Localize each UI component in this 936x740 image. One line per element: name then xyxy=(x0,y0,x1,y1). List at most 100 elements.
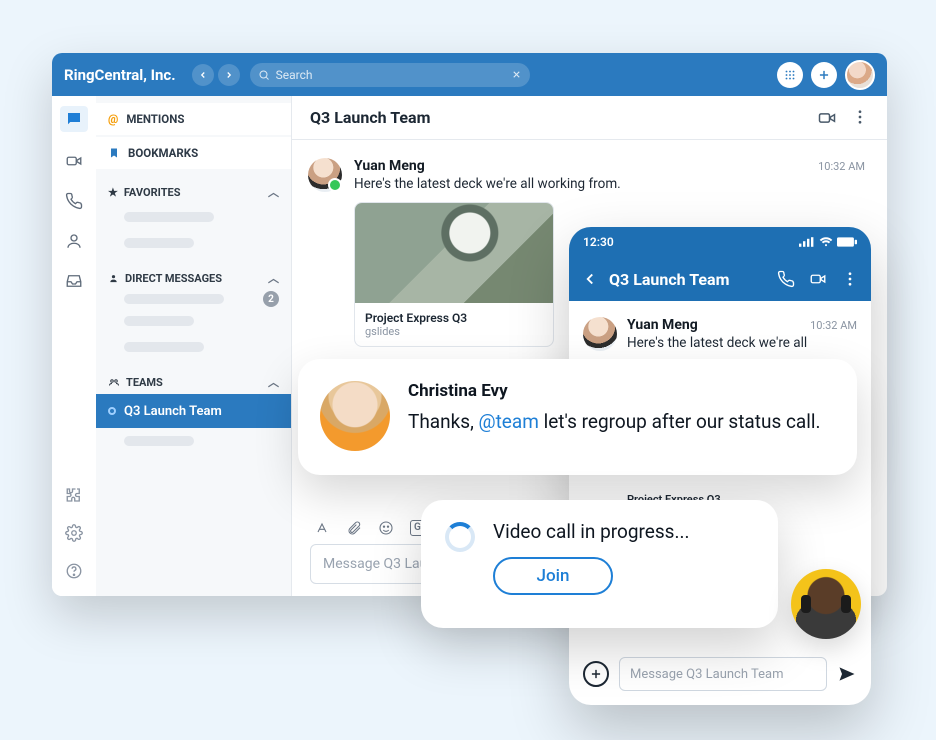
format-button[interactable] xyxy=(314,520,330,536)
sidebar-section-teams[interactable]: TEAMS ︿ xyxy=(96,360,291,394)
avatar[interactable] xyxy=(583,317,617,351)
teams-icon xyxy=(108,376,120,388)
sidebar-section-favorites[interactable]: ★ FAVORITES ︿ xyxy=(96,170,291,204)
attachment-card[interactable]: Project Express Q3 gslides xyxy=(354,202,554,347)
at-icon: @ xyxy=(108,112,118,126)
brand-name: RingCentral, Inc. xyxy=(64,66,176,84)
phone-back-button[interactable] xyxy=(581,270,599,288)
message-text: Here's the latest deck we're all working… xyxy=(354,176,865,192)
puzzle-icon xyxy=(65,486,83,504)
video-icon xyxy=(809,270,827,288)
topbar-actions xyxy=(777,60,875,90)
new-button[interactable] xyxy=(811,62,837,88)
emoji-button[interactable] xyxy=(378,520,394,536)
phone-video-button[interactable] xyxy=(809,270,827,288)
nav-rail xyxy=(52,96,96,596)
rail-contacts[interactable] xyxy=(63,230,85,252)
phone-composer: Message Q3 Launch Team xyxy=(569,653,871,705)
unread-badge: 2 xyxy=(263,291,279,307)
chat-title: Q3 Launch Team xyxy=(310,108,430,127)
chevron-left-icon xyxy=(198,70,208,80)
skeleton-item xyxy=(124,294,224,304)
spinner-icon xyxy=(445,522,475,552)
dm-item[interactable]: 2 xyxy=(96,290,291,308)
gear-icon xyxy=(65,524,83,542)
phone-more-button[interactable] xyxy=(841,270,859,288)
team-q3-launch[interactable]: Q3 Launch Team xyxy=(96,394,291,428)
search-input[interactable]: Search xyxy=(250,63,530,87)
rail-help[interactable] xyxy=(63,560,85,582)
phone-message-text: Here's the latest deck we're all xyxy=(627,335,857,351)
nav-back-button[interactable] xyxy=(192,64,214,86)
nav-forward-button[interactable] xyxy=(218,64,240,86)
highlight-text: Thanks, @team let's regroup after our st… xyxy=(408,409,829,436)
skeleton-item xyxy=(124,238,194,248)
sidebar-mentions[interactable]: @ MENTIONS xyxy=(96,103,291,135)
search-placeholder: Search xyxy=(276,68,313,82)
profile-avatar[interactable] xyxy=(845,60,875,90)
phone-icon xyxy=(777,270,795,288)
rail-messages[interactable] xyxy=(60,106,88,132)
plus-icon xyxy=(817,68,831,82)
attachment-title: Project Express Q3 xyxy=(365,311,543,325)
wifi-icon xyxy=(819,237,833,247)
rail-phone[interactable] xyxy=(63,190,85,212)
phone-message-time: 10:32 AM xyxy=(810,319,857,332)
phone-icon xyxy=(65,192,83,210)
avatar[interactable] xyxy=(320,381,390,451)
rail-settings[interactable] xyxy=(63,522,85,544)
attach-button[interactable] xyxy=(346,520,362,536)
sidebar-section-dms[interactable]: DIRECT MESSAGES ︿ xyxy=(96,256,291,290)
presence-dot-icon xyxy=(108,407,116,415)
text-format-icon xyxy=(314,520,330,536)
phone-message: Yuan Meng 10:32 AM Here's the latest dec… xyxy=(583,317,857,351)
chevron-up-icon: ︿ xyxy=(268,270,279,286)
sidebar-bookmarks[interactable]: BOOKMARKS xyxy=(96,137,291,169)
attachment-thumbnail xyxy=(355,203,553,303)
signal-icon xyxy=(799,237,815,247)
inbox-icon xyxy=(65,272,83,290)
chat-header: Q3 Launch Team xyxy=(292,96,887,140)
battery-icon xyxy=(837,237,857,247)
avatar[interactable] xyxy=(308,158,342,192)
phone-call-button[interactable] xyxy=(777,270,795,288)
message-time: 10:32 AM xyxy=(818,160,865,173)
message-author: Yuan Meng xyxy=(354,158,425,174)
close-icon xyxy=(511,69,522,80)
rail-apps[interactable] xyxy=(63,484,85,506)
call-status-text: Video call in progress... xyxy=(493,520,690,543)
skeleton-item xyxy=(124,316,194,326)
skeleton-item xyxy=(124,436,194,446)
phone-status-bar: 12:30 xyxy=(569,227,871,257)
more-button[interactable] xyxy=(851,108,869,128)
dialpad-button[interactable] xyxy=(777,62,803,88)
phone-add-button[interactable] xyxy=(583,661,609,687)
call-toast: Video call in progress... Join xyxy=(421,500,778,628)
sidebar-bookmarks-label: BOOKMARKS xyxy=(128,146,198,160)
mention[interactable]: @team xyxy=(479,410,539,433)
phone-header: Q3 Launch Team xyxy=(569,257,871,301)
dialpad-icon xyxy=(783,68,797,82)
phone-message-input[interactable]: Message Q3 Launch Team xyxy=(619,657,827,691)
phone-chat-title: Q3 Launch Team xyxy=(609,270,729,289)
plus-icon xyxy=(589,667,603,681)
phone-send-button[interactable] xyxy=(837,664,857,684)
search-icon xyxy=(258,69,270,81)
chevron-up-icon: ︿ xyxy=(268,374,279,390)
send-icon xyxy=(837,664,857,684)
sidebar-mentions-label: MENTIONS xyxy=(126,112,184,126)
chevron-left-icon xyxy=(581,270,599,288)
rail-inbox[interactable] xyxy=(63,270,85,292)
chat-icon xyxy=(65,110,83,128)
phone-input-placeholder: Message Q3 Launch Team xyxy=(630,667,783,682)
help-icon xyxy=(65,562,83,580)
rail-video[interactable] xyxy=(63,150,85,172)
emoji-icon xyxy=(378,520,394,536)
participant-avatar[interactable] xyxy=(791,569,861,639)
team-label: Q3 Launch Team xyxy=(124,404,222,419)
start-video-button[interactable] xyxy=(817,108,837,128)
join-call-button[interactable]: Join xyxy=(493,557,613,595)
phone-message-author: Yuan Meng xyxy=(627,317,698,333)
search-clear-button[interactable] xyxy=(511,69,522,80)
attachment-subtitle: gslides xyxy=(365,325,543,338)
